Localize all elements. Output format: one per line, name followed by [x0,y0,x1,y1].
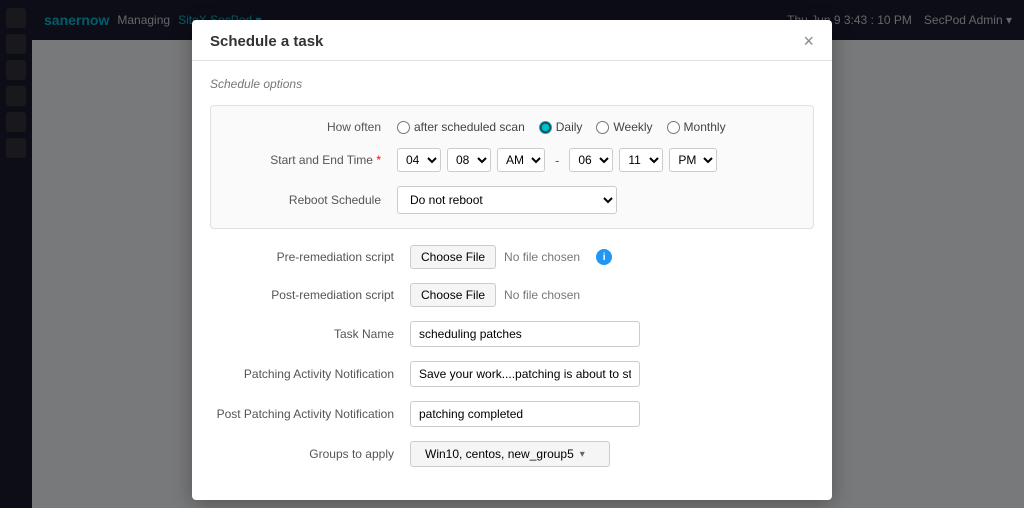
end-minute-select[interactable]: 111213 [619,148,663,172]
post-patching-notification-row: Post Patching Activity Notification [210,401,814,427]
close-button[interactable]: × [803,32,814,50]
radio-after-scheduled[interactable]: after scheduled scan [397,120,525,134]
section-options-label: Schedule options [210,77,814,91]
modal-body: Schedule options How often after schedul… [192,61,832,500]
radio-weekly[interactable]: Weekly [596,120,652,134]
reboot-schedule-label: Reboot Schedule [227,193,397,207]
modal-overlay: Schedule a task × Schedule options How o… [0,0,1024,508]
task-name-input[interactable] [410,321,640,347]
post-remediation-label: Post-remediation script [210,288,410,302]
start-ampm-select[interactable]: AMPM [497,148,545,172]
patching-notification-label: Patching Activity Notification [210,367,410,381]
modal-title: Schedule a task [210,33,323,50]
post-remediation-file-group: Choose File No file chosen [410,283,580,307]
how-often-radio-group: after scheduled scan Daily Weekly [397,120,726,134]
end-ampm-select[interactable]: PMAM [669,148,717,172]
radio-monthly-label: Monthly [684,120,726,134]
radio-weekly-label: Weekly [613,120,652,134]
how-often-label: How often [227,120,397,134]
reboot-controls: Do not reboot Reboot immediately Reboot … [397,186,797,214]
how-often-row: How often after scheduled scan Daily [227,120,797,134]
start-minute-select[interactable]: 080910 [447,148,491,172]
patching-notification-row: Patching Activity Notification [210,361,814,387]
time-controls: 040506 080910 AMPM - 060708 [397,148,797,172]
end-hour-select[interactable]: 060708 [569,148,613,172]
radio-monthly[interactable]: Monthly [667,120,726,134]
modal-header: Schedule a task × [192,20,832,61]
groups-to-apply-label: Groups to apply [210,447,410,461]
reboot-select[interactable]: Do not reboot Reboot immediately Reboot … [397,186,617,214]
reboot-schedule-row: Reboot Schedule Do not reboot Reboot imm… [227,186,797,214]
pre-remediation-choose-btn[interactable]: Choose File [410,245,496,269]
groups-value: Win10, centos, new_group5 [425,447,574,461]
radio-after-scheduled-label: after scheduled scan [414,120,525,134]
groups-dropdown-button[interactable]: Win10, centos, new_group5 ▾ [410,441,610,467]
time-separator: - [555,153,559,168]
task-name-row: Task Name [210,321,814,347]
start-hour-select[interactable]: 040506 [397,148,441,172]
schedule-task-modal: Schedule a task × Schedule options How o… [192,20,832,500]
pre-remediation-info-icon[interactable]: i [596,249,612,265]
groups-to-apply-row: Groups to apply Win10, centos, new_group… [210,441,814,467]
pre-remediation-row: Pre-remediation script Choose File No fi… [210,245,814,269]
pre-remediation-file-group: Choose File No file chosen i [410,245,612,269]
post-remediation-no-file: No file chosen [504,288,580,302]
task-name-label: Task Name [210,327,410,341]
post-remediation-row: Post-remediation script Choose File No f… [210,283,814,307]
post-remediation-choose-btn[interactable]: Choose File [410,283,496,307]
start-end-time-label: Start and End Time [227,153,397,167]
pre-remediation-no-file: No file chosen [504,250,580,264]
patching-notification-input[interactable] [410,361,640,387]
post-patching-notification-input[interactable] [410,401,640,427]
radio-daily[interactable]: Daily [539,120,583,134]
radio-daily-label: Daily [556,120,583,134]
start-end-time-row: Start and End Time 040506 080910 AMPM - [227,148,797,172]
pre-remediation-label: Pre-remediation script [210,250,410,264]
post-patching-notification-label: Post Patching Activity Notification [210,407,410,421]
schedule-options-box: How often after scheduled scan Daily [210,105,814,229]
chevron-down-icon: ▾ [580,449,585,460]
how-often-controls: after scheduled scan Daily Weekly [397,120,797,134]
